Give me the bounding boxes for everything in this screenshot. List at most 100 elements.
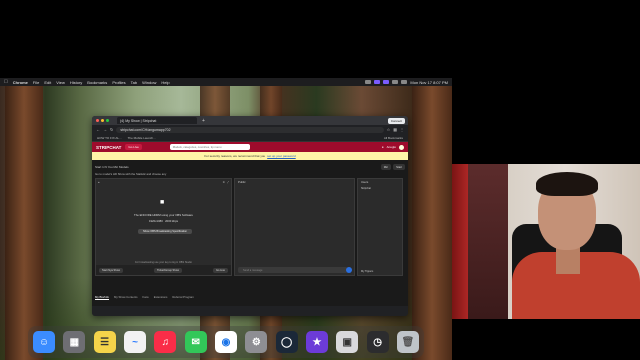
- back-icon[interactable]: ←: [96, 127, 100, 132]
- star-icon[interactable]: ☆: [387, 127, 391, 132]
- tab-title: (4) My Show | Stripchat: [120, 118, 157, 123]
- menu-file[interactable]: File: [33, 80, 39, 85]
- preview-icon[interactable]: ▣: [336, 331, 359, 353]
- menu-edit[interactable]: Edit: [44, 80, 51, 85]
- browser-tab[interactable]: (4) My Show | Stripchat: [117, 117, 197, 124]
- imovie-icon[interactable]: ★: [305, 331, 328, 353]
- bookmark-item[interactable]: The Mobile Launch...: [128, 136, 156, 140]
- activity-icon[interactable]: ◷: [366, 331, 389, 353]
- show-header-buttons: Mic Start: [380, 164, 405, 170]
- apple-icon[interactable]: : [4, 79, 8, 85]
- tab-fans[interactable]: Fans: [142, 295, 148, 300]
- tab-bar: (4) My Show | Stripchat + Connect: [92, 116, 408, 125]
- set-password-link[interactable]: set up your password: [267, 154, 296, 158]
- menubar-status-area: Mon Nov 17 8:07 PM: [365, 80, 448, 85]
- obs-specification-button[interactable]: Show OBS Broadcasting Specification: [138, 229, 192, 234]
- zoom-window-button[interactable]: [106, 119, 109, 122]
- bookmark-item[interactable]: HOW TO FIX AL...: [97, 136, 122, 140]
- start-button[interactable]: Start: [393, 164, 405, 170]
- address-bar-row: ← → ↻ stripchat.com/CH/angumapp702 ☆ ▦ ⋮: [92, 125, 408, 134]
- notes-icon[interactable]: ☰: [93, 331, 116, 353]
- tab-extensions[interactable]: Extensions: [154, 295, 168, 300]
- all-bookmarks-link[interactable]: All Bookmarks: [384, 136, 403, 140]
- freeform-icon[interactable]: ~: [123, 331, 146, 353]
- studio-content: Start 1:N You Mic Models Mic Start Go to…: [92, 160, 408, 306]
- tree-trunk: [5, 86, 43, 360]
- chat-header-label[interactable]: Public: [238, 180, 246, 184]
- user-list-item[interactable]: Stripchat: [358, 185, 402, 192]
- launchpad-icon[interactable]: ▦: [63, 331, 86, 353]
- bookmarks-bar: HOW TO FIX AL... The Mobile Launch... Al…: [92, 134, 408, 142]
- status-icon-highlighted[interactable]: [374, 80, 381, 84]
- menu-profiles[interactable]: Profiles: [112, 80, 125, 85]
- wifi-icon[interactable]: [392, 80, 399, 84]
- mac-menubar:  Chrome File Edit View History Bookmark…: [0, 78, 452, 86]
- screen:  Chrome File Edit View History Bookmark…: [0, 0, 640, 360]
- chat-input[interactable]: Send a message: [238, 267, 348, 273]
- site-header-right: ● Anuglo: [382, 144, 404, 150]
- minimize-window-button[interactable]: [101, 119, 104, 122]
- menubar-app-name[interactable]: Chrome: [13, 80, 28, 85]
- menu-help[interactable]: Help: [161, 80, 169, 85]
- control-center-icon[interactable]: [401, 80, 408, 84]
- users-panel: Users Stripchat My Tippers: [357, 178, 403, 276]
- tab-show-contents[interactable]: My Show Contents: [114, 295, 137, 300]
- my-tippers-link[interactable]: My Tippers: [361, 270, 373, 273]
- close-window-button[interactable]: [96, 119, 99, 122]
- menu-history[interactable]: History: [70, 80, 82, 85]
- chat-header: Public: [235, 179, 354, 185]
- show-title: Start 1:N You Mic Models: [95, 165, 129, 169]
- forward-icon[interactable]: →: [103, 127, 107, 132]
- connect-button[interactable]: Connect: [387, 117, 405, 124]
- trash-icon[interactable]: 🗑: [396, 331, 419, 353]
- search-placeholder: Models, categories, countries, tip menu: [172, 145, 222, 149]
- extensions-icon[interactable]: ▦: [393, 127, 397, 132]
- menu-view[interactable]: View: [56, 80, 65, 85]
- video-resolution: 1920x1080: [148, 219, 163, 223]
- chrome-icon[interactable]: ◉: [214, 331, 237, 353]
- notification-icon[interactable]: ●: [382, 145, 384, 149]
- go-live-action-button[interactable]: Go Live: [213, 267, 228, 273]
- messages-icon[interactable]: ✉: [184, 331, 207, 353]
- camera-icon: ■: [160, 199, 165, 206]
- start-show-button[interactable]: Start Nya Show: [99, 267, 124, 273]
- music-icon[interactable]: ♫: [154, 331, 177, 353]
- webcam-overlay: [452, 164, 640, 319]
- camera-status: The ENCORE HDRM using your OBS Software: [134, 213, 193, 217]
- send-icon[interactable]: [346, 267, 352, 273]
- url-field[interactable]: stripchat.com/CH/angumapp702: [116, 126, 384, 133]
- avatar[interactable]: [399, 144, 404, 150]
- status-icon-highlighted[interactable]: [383, 80, 390, 84]
- tab-bio-info[interactable]: My Bio/Info: [95, 295, 109, 300]
- video-action-bar: Start Nya Show Ticket/Group Show Go Live: [96, 265, 231, 275]
- new-tab-icon[interactable]: +: [202, 118, 205, 124]
- expand-icon[interactable]: ⤢: [227, 181, 229, 184]
- video-footer-text: For broadcasting use your key to log in …: [135, 261, 192, 264]
- status-icon[interactable]: [365, 80, 372, 84]
- site-logo[interactable]: STRIPCHAT: [96, 145, 121, 150]
- menu-window[interactable]: Window: [142, 80, 156, 85]
- settings-icon[interactable]: ⚙: [245, 331, 268, 353]
- video-panel: ● ⚙ ⤢ ■ The ENCORE HDRM using your OBS So…: [95, 178, 232, 276]
- settings-icon[interactable]: ⚙: [223, 181, 225, 184]
- person-hair: [536, 172, 598, 196]
- video-panel-toolbar: ● ⚙ ⤢: [96, 179, 231, 185]
- url-text: stripchat.com/CH/angumapp702: [120, 127, 171, 132]
- finder-icon[interactable]: ☺: [33, 331, 55, 353]
- menu-bookmarks[interactable]: Bookmarks: [87, 80, 107, 85]
- menubar-clock[interactable]: Mon Nov 17 8:07 PM: [410, 80, 448, 85]
- reload-icon[interactable]: ↻: [110, 127, 113, 132]
- video-specs: 1920x1080 2000 kbps: [96, 219, 231, 223]
- tab-referral[interactable]: Referral Program: [172, 295, 193, 300]
- chat-input-placeholder: Send a message: [243, 268, 263, 272]
- menu-dots-icon[interactable]: ⋮: [400, 127, 404, 132]
- mic-button[interactable]: Mic: [380, 164, 392, 170]
- video-bitrate: 2000 kbps: [165, 219, 179, 223]
- steam-icon[interactable]: ◯: [275, 331, 298, 353]
- user-name[interactable]: Anuglo: [387, 145, 396, 149]
- menu-tab[interactable]: Tab: [131, 80, 137, 85]
- go-live-button[interactable]: Go Live: [125, 144, 142, 150]
- site-search-input[interactable]: Models, categories, countries, tip menu: [169, 144, 250, 150]
- show-subtitle: Go to model's HD Show with the Statistic…: [95, 172, 167, 176]
- ticket-show-button[interactable]: Ticket/Group Show: [154, 267, 183, 273]
